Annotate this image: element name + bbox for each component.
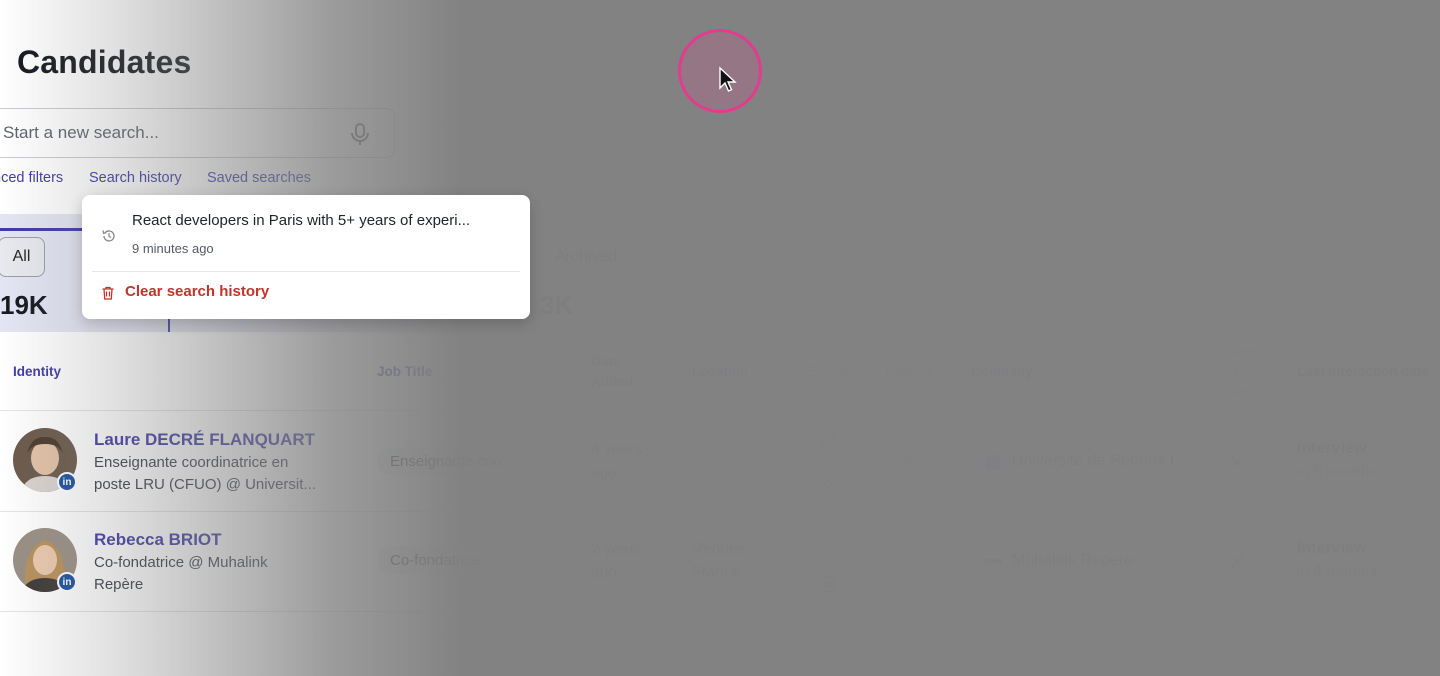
header-date-added-line1: Date: [591, 354, 621, 369]
company-chip[interactable]: Muhalink Repère: [971, 543, 1146, 579]
linkedin-icon[interactable]: in: [57, 572, 77, 592]
interaction-type: Interview: [1297, 540, 1367, 557]
candidate-headline-line1: Co-fondatrice @ Muhalink: [94, 554, 268, 571]
phone-button[interactable]: [887, 442, 927, 482]
candidate-headline-line1: Enseignante coordinatrice en: [94, 454, 289, 471]
history-icon: [102, 230, 115, 242]
candidate-name[interactable]: Laure DECRÉ FLANQUART: [94, 430, 315, 450]
header-identity[interactable]: Identity: [13, 362, 61, 382]
pencil-icon: [820, 531, 836, 547]
microphone-icon[interactable]: [349, 122, 371, 146]
popover-divider: [92, 271, 520, 272]
header-open-to-work-line2: to: [1226, 363, 1238, 378]
row-divider: [0, 611, 1440, 612]
tab-all-count: 19K: [0, 290, 48, 320]
tab-archived[interactable]: Archived: [540, 237, 632, 277]
date-added-line2: ago: [591, 564, 617, 581]
header-open-to-work-line1: Open: [1226, 343, 1260, 358]
linkedin-contact-button[interactable]: [808, 564, 848, 604]
mouse-cursor-icon: [719, 66, 737, 92]
interaction-when: in 4 months: [1297, 563, 1378, 580]
clear-search-history-button[interactable]: Clear search history: [125, 283, 269, 300]
candidate-headline-line2: Repère: [94, 576, 144, 593]
close-icon: [1229, 554, 1245, 570]
email-button[interactable]: [808, 519, 848, 559]
interaction-type: Interview: [1297, 440, 1367, 457]
job-title-chip: Co-fondatrice: [377, 546, 494, 574]
date-added: 4 years ago: [591, 438, 642, 484]
company-logo-icon: [984, 559, 1002, 563]
search-history-popover: React developers in Paris with 5+ years …: [82, 195, 530, 319]
location-line1: Rennes,: [692, 541, 750, 558]
candidate-headline: Co-fondatrice @ Muhalink Repère: [94, 552, 344, 596]
header-open-to-work: Open to work: [1226, 341, 1259, 401]
header-job-title[interactable]: Job Title: [377, 362, 432, 382]
date-added-line1: 4 years: [591, 441, 642, 458]
header-company[interactable]: Company: [971, 362, 1033, 382]
header-location[interactable]: Location: [692, 362, 748, 382]
email-button[interactable]: [808, 464, 848, 504]
search-bar[interactable]: [0, 108, 395, 158]
page-title: Candidates: [17, 44, 192, 80]
header-emails: Emails: [808, 364, 849, 379]
tab-archived-count: 3K: [540, 290, 574, 320]
header-phones: Phones: [886, 364, 932, 379]
location-line2: France: [692, 564, 741, 581]
candidate-headline-line2: poste LRU (CFUO) @ Universit...: [94, 476, 316, 493]
candidate-name[interactable]: Rebecca BRIOT: [94, 530, 222, 550]
history-item-query[interactable]: React developers in Paris with 5+ years …: [132, 212, 517, 229]
header-date-added[interactable]: Date Added: [591, 352, 633, 392]
tab-all[interactable]: All: [0, 237, 45, 277]
location: Rennes, France: [692, 538, 750, 584]
header-last-interaction[interactable]: Last interaction date: [1297, 362, 1429, 382]
active-tab-indicator: [0, 228, 82, 231]
history-item-time: 9 minutes ago: [132, 241, 214, 256]
row-divider: [0, 511, 1440, 512]
company-logo-icon: [986, 454, 1000, 470]
trash-icon[interactable]: [100, 285, 116, 301]
advanced-filters-link[interactable]: Advanced filters: [0, 170, 63, 186]
email-button[interactable]: [808, 419, 848, 459]
date-added-line1: 2 years: [591, 541, 642, 558]
row-divider: [0, 410, 1440, 411]
close-icon: [1229, 454, 1245, 470]
company-name: Muhalink Repère: [1012, 552, 1133, 569]
company-name: Université de Rennes I: [1012, 452, 1174, 469]
search-history-link[interactable]: Search history: [89, 170, 182, 186]
header-open-to-work-line3: work: [1226, 383, 1255, 398]
header-date-added-line2: Added: [591, 374, 633, 389]
linkedin-icon[interactable]: in: [57, 472, 77, 492]
pencil-icon: [820, 431, 836, 447]
pencil-icon: [820, 476, 836, 492]
candidate-headline: Enseignante coordinatrice en poste LRU (…: [94, 452, 344, 496]
company-chip[interactable]: Université de Rennes I: [971, 443, 1187, 479]
linkedin-icon: [820, 576, 836, 592]
saved-searches-link[interactable]: Saved searches: [207, 170, 311, 186]
interaction-when: in 6 months: [1297, 463, 1378, 480]
pencil-icon: [899, 454, 915, 470]
date-added: 2 years ago: [591, 538, 642, 584]
date-added-line2: ago: [591, 464, 617, 481]
search-input[interactable]: [3, 121, 323, 145]
job-title-chip: Enseignante coo...: [377, 447, 528, 475]
